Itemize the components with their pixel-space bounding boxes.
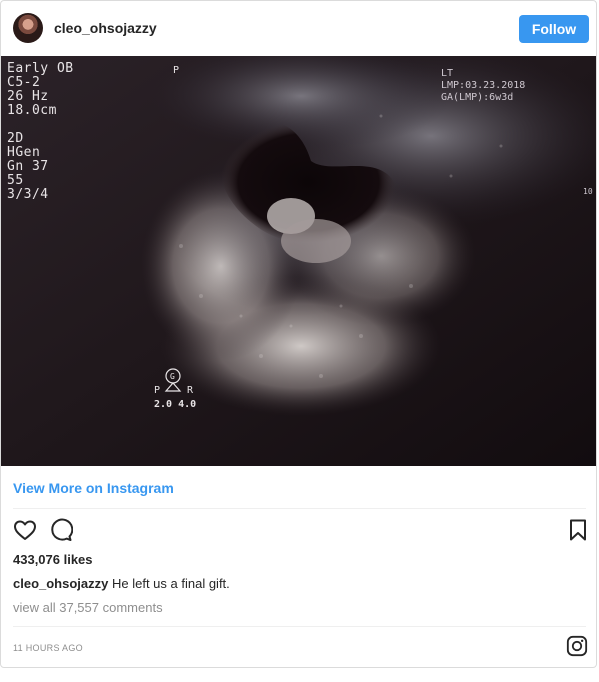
likes-count[interactable]: 433,076 likes [13, 552, 93, 567]
overlay-p-label: P [173, 65, 180, 76]
overlay-line: LMP:03.23.2018 [441, 80, 526, 91]
probe-p-label: P [154, 385, 161, 396]
caption-username[interactable]: cleo_ohsojazzy [13, 576, 108, 591]
bookmark-icon[interactable] [566, 518, 590, 542]
username-link[interactable]: cleo_ohsojazzy [54, 20, 157, 36]
post-timestamp: 11 HOURS AGO [13, 643, 83, 653]
overlay-line: 2D [7, 131, 24, 146]
overlay-edge-label: 10 [583, 187, 593, 196]
divider [13, 626, 586, 627]
overlay-line: LT [441, 68, 454, 79]
probe-letter: G [170, 372, 175, 381]
overlay-line: C5-2 [7, 75, 41, 90]
overlay-line: HGen [7, 145, 41, 160]
instagram-embed: cleo_ohsojazzy Follow Early OB C5-2 26 H… [0, 0, 597, 668]
overlay-line: Early OB [7, 61, 74, 76]
instagram-icon[interactable] [566, 635, 588, 657]
ultrasound-image [1, 56, 596, 466]
overlay-line: Gn 37 [7, 159, 49, 174]
overlay-spacer [7, 118, 74, 132]
overlay-line: 3/3/4 [7, 187, 49, 202]
caption-text: He left us a final gift. [112, 576, 230, 591]
post-image[interactable]: Early OB C5-2 26 Hz 18.0cm 2D HGen Gn 37… [1, 56, 596, 466]
overlay-line: 18.0cm [7, 103, 57, 118]
caption: cleo_ohsojazzy He left us a final gift. [13, 576, 230, 591]
probe-values: 2.0 4.0 [154, 399, 197, 410]
avatar[interactable] [13, 13, 43, 43]
post-header: cleo_ohsojazzy Follow [1, 1, 596, 56]
overlay-line: 55 [7, 173, 24, 188]
overlay-line: GA(LMP):6w3d [441, 92, 514, 103]
comment-icon[interactable] [49, 518, 73, 542]
view-more-link[interactable]: View More on Instagram [13, 480, 174, 496]
overlay-line: 26 Hz [7, 89, 49, 104]
follow-button[interactable]: Follow [519, 15, 589, 43]
probe-r-label: R [187, 385, 194, 396]
ultrasound-lmp-text: LT LMP:03.23.2018 GA(LMP):6w3d [441, 68, 525, 104]
view-all-comments-link[interactable]: view all 37,557 comments [13, 600, 163, 615]
ultrasound-settings-text: Early OB C5-2 26 Hz 18.0cm 2D HGen Gn 37… [7, 62, 74, 202]
heart-icon[interactable] [13, 518, 37, 542]
divider [13, 508, 586, 509]
